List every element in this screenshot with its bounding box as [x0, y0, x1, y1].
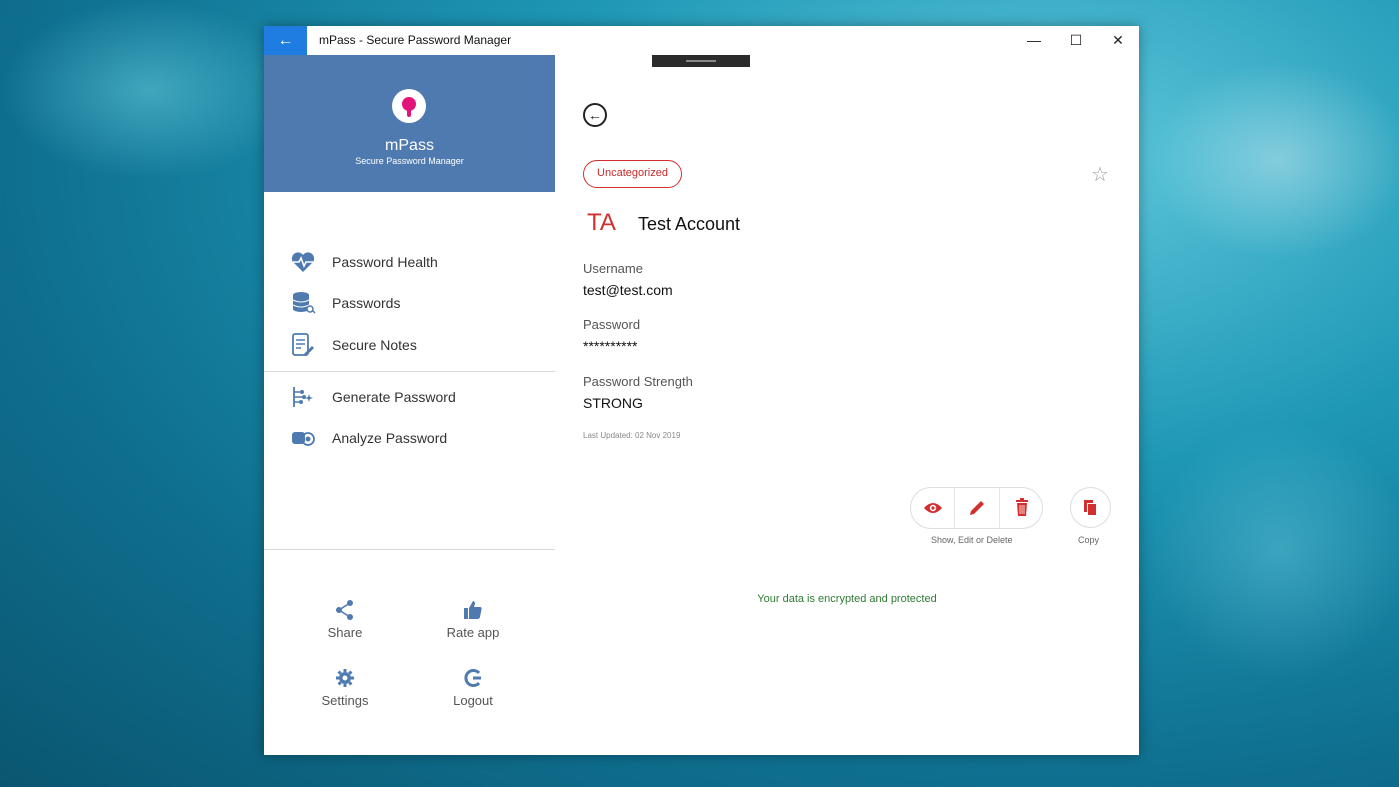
copy-caption: Copy: [1078, 535, 1100, 545]
note-edit-icon: [290, 332, 316, 358]
password-value: **********: [583, 338, 638, 354]
eye-icon: [911, 488, 955, 528]
settings-button[interactable]: Settings: [295, 667, 395, 717]
trash-icon: [1000, 488, 1044, 528]
window-title: mPass - Secure Password Manager: [319, 33, 512, 47]
sidebar-item-label: Passwords: [332, 295, 401, 311]
generate-icon: [290, 384, 316, 410]
sidebar-item-generate-password[interactable]: Generate Password: [264, 377, 555, 417]
sidebar: mPass Secure Password Manager Password H…: [264, 55, 555, 755]
username-value: test@test.com: [583, 282, 673, 298]
back-button[interactable]: ←: [264, 26, 307, 55]
brand-header: mPass Secure Password Manager: [264, 55, 555, 192]
actions-caption: Show, Edit or Delete: [931, 535, 1013, 545]
share-label: Share: [327, 625, 363, 640]
minimize-button[interactable]: —: [1013, 26, 1055, 55]
sidebar-item-label: Password Health: [332, 254, 438, 270]
rate-app-button[interactable]: Rate app: [423, 599, 523, 649]
divider: [264, 371, 555, 372]
drag-handle[interactable]: [652, 55, 750, 67]
rate-app-label: Rate app: [446, 625, 500, 640]
thumbs-up-icon: [462, 599, 484, 621]
maximize-button[interactable]: ☐: [1055, 26, 1097, 55]
gear-icon: [334, 667, 356, 689]
copy-icon: [1071, 488, 1110, 527]
background-highlight: [0, 0, 300, 180]
logout-icon: [462, 667, 484, 689]
strength-label: Password Strength: [583, 374, 693, 389]
app-window: ← mPass - Secure Password Manager — ☐ ✕ …: [264, 26, 1139, 755]
edit-button[interactable]: [955, 488, 999, 528]
sidebar-item-passwords[interactable]: Passwords: [264, 283, 555, 323]
password-label: Password: [583, 317, 641, 332]
settings-label: Settings: [321, 693, 369, 708]
title-bar: ← mPass - Secure Password Manager — ☐ ✕: [264, 26, 1139, 55]
sidebar-item-label: Secure Notes: [332, 337, 417, 353]
account-initials-avatar: TA: [587, 209, 616, 236]
username-label: Username: [583, 261, 643, 276]
encryption-status: Your data is encrypted and protected: [757, 593, 937, 605]
account-name: Test Account: [638, 214, 741, 234]
last-updated: Last Updated: 02 Nov 2019: [583, 431, 681, 440]
mpass-logo-icon: [392, 89, 426, 123]
favorite-star-icon[interactable]: ☆: [1091, 162, 1109, 187]
sidebar-item-password-health[interactable]: Password Health: [264, 242, 555, 282]
database-key-icon: [290, 290, 316, 316]
sidebar-item-label: Generate Password: [332, 389, 456, 405]
strength-value: STRONG: [583, 395, 643, 411]
brand-name: mPass: [385, 137, 434, 154]
sidebar-item-analyze-password[interactable]: Analyze Password: [264, 418, 555, 458]
category-chip[interactable]: Uncategorized: [583, 160, 682, 188]
delete-button[interactable]: [1000, 488, 1044, 528]
show-button[interactable]: [911, 488, 955, 528]
pencil-icon: [955, 488, 999, 528]
close-button[interactable]: ✕: [1097, 26, 1139, 55]
logout-button[interactable]: Logout: [423, 667, 523, 717]
analyze-icon: [290, 425, 316, 451]
back-circle-button[interactable]: ←: [583, 103, 607, 127]
logout-label: Logout: [453, 693, 493, 708]
sidebar-item-label: Analyze Password: [332, 430, 448, 446]
account-detail-pane: ← Uncategorized ☆ TA Test Account Userna…: [555, 55, 1139, 755]
show-edit-delete-group: [910, 487, 1043, 529]
sidebar-item-secure-notes[interactable]: Secure Notes: [264, 325, 555, 365]
brand-subtitle: Secure Password Manager: [355, 156, 464, 166]
share-icon: [334, 599, 356, 621]
arrow-left-icon: ←: [588, 107, 602, 123]
background-highlight: [1150, 420, 1399, 680]
copy-button[interactable]: [1070, 487, 1111, 528]
arrow-left-icon: ←: [277, 32, 294, 49]
divider: [264, 549, 555, 550]
heartbeat-icon: [290, 249, 316, 275]
share-button[interactable]: Share: [295, 599, 395, 649]
background-highlight: [1150, 60, 1399, 260]
